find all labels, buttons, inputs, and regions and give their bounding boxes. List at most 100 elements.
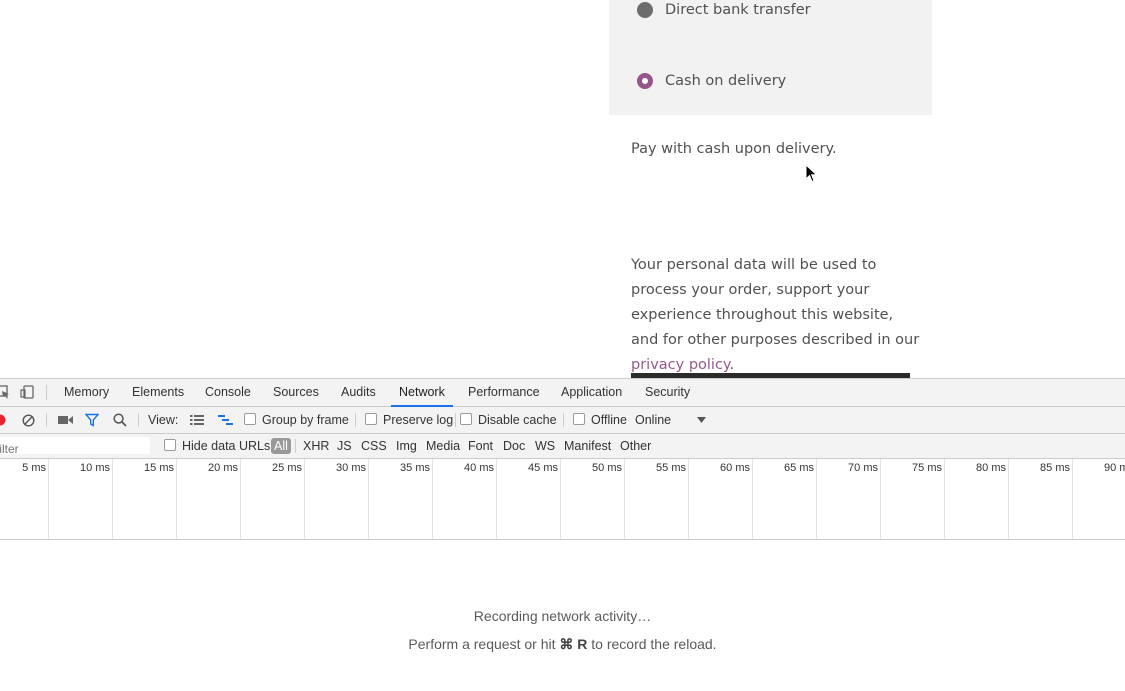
timeline-gridline bbox=[624, 459, 625, 539]
network-toolbar: View: Group by frame Preserve log Disabl… bbox=[0, 407, 1125, 434]
inspect-element-icon[interactable] bbox=[0, 385, 10, 399]
timeline-gridline bbox=[752, 459, 753, 539]
filter-type-img[interactable]: Img bbox=[396, 434, 417, 458]
tab-separator bbox=[46, 385, 47, 400]
toolbar-separator bbox=[455, 413, 456, 427]
hint-suffix: to record the reload. bbox=[591, 636, 717, 652]
radio-selected-icon[interactable] bbox=[637, 73, 653, 89]
tab-audits[interactable]: Audits bbox=[341, 379, 376, 406]
tab-memory[interactable]: Memory bbox=[64, 379, 109, 406]
timeline-tick-label: 45 ms bbox=[528, 462, 558, 474]
screenshot-camera-icon[interactable] bbox=[58, 415, 73, 425]
timeline-tick-label: 15 ms bbox=[144, 462, 174, 474]
preserve-log-checkbox[interactable]: Preserve log bbox=[365, 407, 453, 433]
network-overview-timeline[interactable]: 5 ms 10 ms 15 ms 20 ms 25 ms 30 ms 35 ms 40 ms 4… bbox=[0, 459, 1125, 540]
timeline-gridline bbox=[560, 459, 561, 539]
timeline-gridline bbox=[368, 459, 369, 539]
filter-type-ws[interactable]: WS bbox=[535, 434, 555, 458]
filter-type-xhr[interactable]: XHR bbox=[303, 434, 329, 458]
record-icon[interactable] bbox=[0, 414, 6, 426]
toolbar-separator bbox=[46, 413, 47, 427]
view-label: View: bbox=[148, 413, 179, 427]
payment-option-bank-transfer[interactable]: Direct bank transfer bbox=[637, 2, 811, 18]
filter-type-doc[interactable]: Doc bbox=[503, 434, 525, 458]
filter-type-js[interactable]: JS bbox=[337, 434, 352, 458]
timeline-gridline bbox=[944, 459, 945, 539]
timeline-tick-label: 35 ms bbox=[400, 462, 430, 474]
tab-elements[interactable]: Elements bbox=[132, 379, 184, 406]
chevron-down-icon[interactable] bbox=[697, 417, 706, 424]
filter-type-css[interactable]: CSS bbox=[361, 434, 387, 458]
timeline-gridline bbox=[688, 459, 689, 539]
filter-input[interactable] bbox=[0, 440, 150, 454]
timeline-tick-label: 85 ms bbox=[1040, 462, 1070, 474]
timeline-tick-label: 10 ms bbox=[80, 462, 110, 474]
timeline-gridline bbox=[176, 459, 177, 539]
timeline-tick-label: 20 ms bbox=[208, 462, 238, 474]
filter-separator bbox=[295, 439, 296, 453]
group-by-frame-checkbox[interactable]: Group by frame bbox=[244, 407, 349, 433]
tab-console[interactable]: Console bbox=[205, 379, 251, 406]
timeline-gridline bbox=[880, 459, 881, 539]
filter-icon[interactable] bbox=[85, 413, 99, 427]
timeline-gridline bbox=[816, 459, 817, 539]
timeline-tick-label: 80 ms bbox=[976, 462, 1006, 474]
timeline-tick-label: 90 ms bbox=[1104, 462, 1125, 474]
filter-input-wrapper bbox=[0, 437, 150, 454]
checkbox-label: Group by frame bbox=[262, 413, 349, 427]
checkbox-box[interactable] bbox=[460, 413, 472, 425]
device-toolbar-icon[interactable] bbox=[20, 385, 34, 399]
timeline-tick-label: 40 ms bbox=[464, 462, 494, 474]
timeline-gridline bbox=[1072, 459, 1073, 539]
large-rows-icon[interactable] bbox=[190, 414, 204, 426]
timeline-tick-label: 25 ms bbox=[272, 462, 302, 474]
checkbox-label: Disable cache bbox=[478, 413, 557, 427]
tab-network[interactable]: Network bbox=[391, 379, 453, 407]
timeline-gridline bbox=[496, 459, 497, 539]
tab-security[interactable]: Security bbox=[645, 379, 690, 406]
privacy-notice: Your personal data will be used to proce… bbox=[631, 253, 921, 378]
hide-data-urls-checkbox[interactable]: Hide data URLs bbox=[164, 434, 270, 458]
timeline-tick-label: 70 ms bbox=[848, 462, 878, 474]
filter-type-manifest[interactable]: Manifest bbox=[564, 434, 611, 458]
radio-unselected-icon[interactable] bbox=[637, 2, 653, 18]
timeline-tick-label: 30 ms bbox=[336, 462, 366, 474]
privacy-end: . bbox=[729, 357, 735, 373]
tab-performance[interactable]: Performance bbox=[468, 379, 540, 406]
checkbox-box[interactable] bbox=[365, 413, 377, 425]
payment-option-cash-on-delivery[interactable]: Cash on delivery bbox=[637, 73, 786, 89]
privacy-text: Your personal data will be used to proce… bbox=[631, 257, 920, 348]
devtools-tab-bar: Memory Elements Console Sources Audits Networ… bbox=[0, 379, 1125, 407]
timeline-gridline bbox=[112, 459, 113, 539]
toolbar-separator bbox=[563, 413, 564, 427]
checkbox-box[interactable] bbox=[244, 413, 256, 425]
tab-application[interactable]: Application bbox=[561, 379, 622, 406]
throttling-value: Online bbox=[635, 413, 672, 427]
filter-type-media[interactable]: Media bbox=[426, 434, 460, 458]
overview-waterfall-icon[interactable] bbox=[218, 414, 233, 426]
filter-type-all[interactable]: All bbox=[271, 438, 291, 454]
checkbox-label: Preserve log bbox=[383, 413, 454, 427]
timeline-tick-label: 50 ms bbox=[592, 462, 622, 474]
clear-icon[interactable] bbox=[22, 414, 35, 427]
offline-checkbox[interactable]: Offline bbox=[573, 407, 627, 433]
recording-status: Recording network activity… bbox=[473, 608, 652, 624]
timeline-gridline bbox=[432, 459, 433, 539]
checkbox-box[interactable] bbox=[164, 439, 176, 451]
throttling-select[interactable]: Online bbox=[635, 407, 671, 433]
record-reload-hint: Perform a request or hit ⌘ R to record t… bbox=[0, 636, 1125, 653]
checkbox-box[interactable] bbox=[573, 413, 585, 425]
filter-type-font[interactable]: Font bbox=[468, 434, 493, 458]
timeline-gridline bbox=[240, 459, 241, 539]
keyboard-shortcut: ⌘ R bbox=[559, 636, 588, 652]
filter-type-other[interactable]: Other bbox=[620, 434, 651, 458]
tab-sources[interactable]: Sources bbox=[273, 379, 319, 406]
disable-cache-checkbox[interactable]: Disable cache bbox=[460, 407, 557, 433]
payment-methods-box: Direct bank transfer Cash on delivery bbox=[609, 0, 932, 115]
search-icon[interactable] bbox=[113, 413, 127, 427]
mouse-cursor-icon bbox=[805, 164, 818, 183]
timeline-gridline bbox=[304, 459, 305, 539]
checkbox-label: Hide data URLs bbox=[182, 439, 271, 453]
privacy-policy-link[interactable]: privacy policy bbox=[631, 357, 729, 373]
timeline-gridline bbox=[48, 459, 49, 539]
